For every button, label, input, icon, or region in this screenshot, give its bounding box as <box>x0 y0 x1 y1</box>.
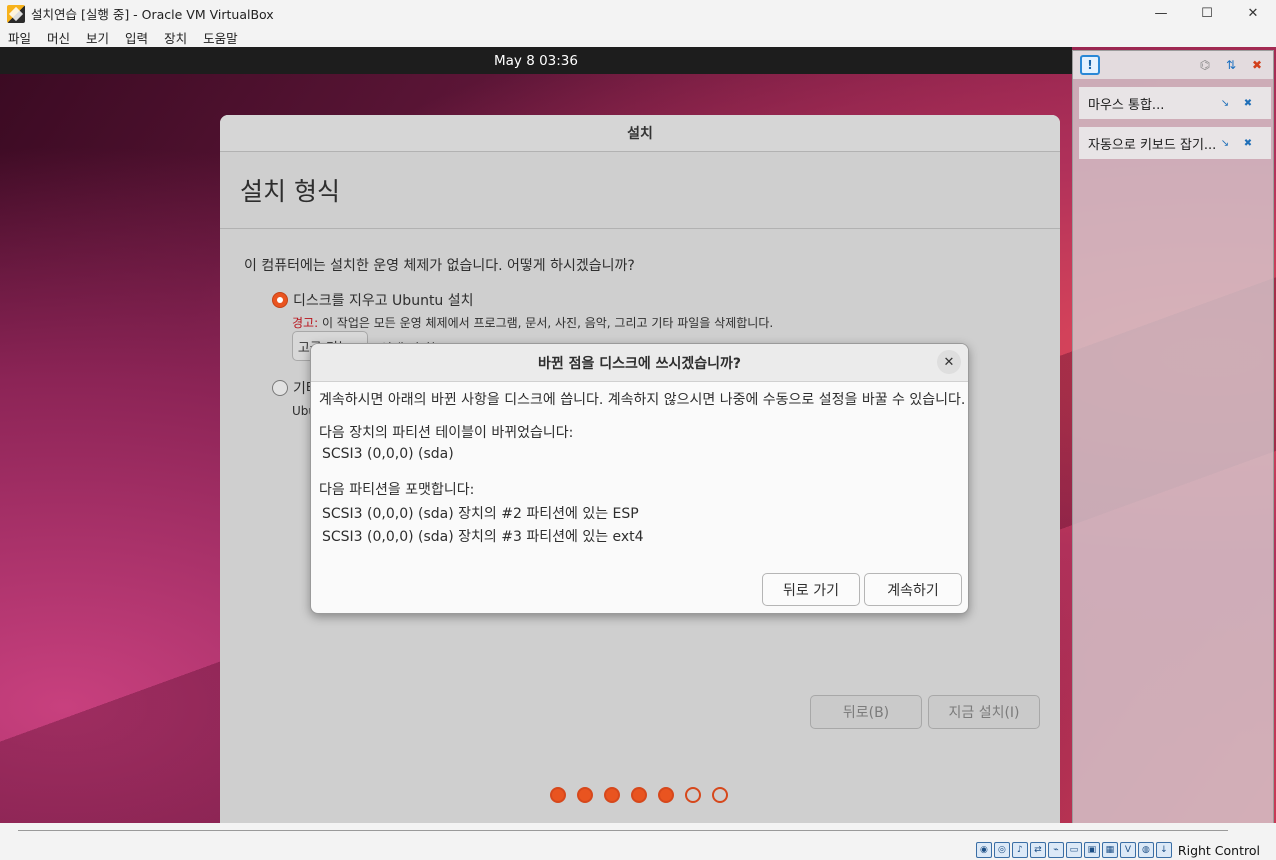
notification-icon[interactable]: ! <box>1080 55 1100 75</box>
dialog-back-button[interactable]: 뒤로 가기 <box>762 573 860 606</box>
recording-icon[interactable]: ▦ <box>1101 842 1118 858</box>
close-button[interactable]: ✕ <box>1230 0 1276 27</box>
notification-mouse-integration[interactable]: 마우스 통합... ↘ ✖ <box>1079 87 1271 119</box>
warning-text: 경고: 이 작업은 모든 운영 체제에서 프로그램, 문서, 사진, 음악, 그… <box>292 314 773 331</box>
keyboard-capture-icon[interactable]: ↓ <box>1155 842 1172 858</box>
installer-title: 설치 <box>627 126 653 142</box>
window-titlebar: 설치연습 [실행 중] - Oracle VM VirtualBox — ☐ ✕ <box>0 0 1276 27</box>
window-title: 설치연습 [실행 중] - Oracle VM VirtualBox <box>31 7 274 22</box>
progress-dots <box>550 787 739 803</box>
format-item: SCSI3 (0,0,0) (sda) 장치의 #3 파티션에 있는 ext4 <box>322 529 644 545</box>
dialog-header: 바뀐 점을 디스크에 쓰시겠습니까? ✕ <box>311 344 968 382</box>
menu-machine[interactable]: 머신 <box>47 28 70 47</box>
guest-clock[interactable]: May 8 03:36 <box>494 53 578 69</box>
page-title: 설치 형식 <box>240 177 340 206</box>
menu-help[interactable]: 도움말 <box>203 28 238 47</box>
guest-topbar: May 8 03:36 <box>0 47 1072 74</box>
progress-dot <box>631 787 647 803</box>
notification-header: ! ⌬ ⇅ ✖ <box>1073 51 1273 79</box>
maximize-button[interactable]: ☐ <box>1184 0 1230 27</box>
dialog-body: 계속하시면 아래의 바뀐 사항을 디스크에 씁니다. 계속하지 않으시면 나중에… <box>319 390 965 548</box>
hard-disk-icon[interactable]: ◉ <box>975 842 992 858</box>
optical-drive-icon[interactable]: ◎ <box>993 842 1010 858</box>
audio-icon[interactable]: ♪ <box>1011 842 1028 858</box>
clear-all-icon[interactable]: ✖ <box>1249 57 1265 73</box>
installer-header: 설치 <box>220 115 1060 152</box>
help-icon[interactable]: ↘ <box>1219 137 1231 149</box>
sort-icon[interactable]: ⇅ <box>1223 57 1239 73</box>
installer-section-header: 설치 형식 <box>220 152 1060 229</box>
progress-dot <box>604 787 620 803</box>
progress-dot <box>712 787 728 803</box>
notification-label: 마우스 통합... <box>1088 97 1165 113</box>
menu-view[interactable]: 보기 <box>86 28 109 47</box>
radio-selected-icon[interactable] <box>272 292 288 308</box>
dialog-title: 바뀐 점을 디스크에 쓰시겠습니까? <box>537 355 742 372</box>
network-icon[interactable]: ⌬ <box>1197 57 1213 73</box>
write-changes-dialog: 바뀐 점을 디스크에 쓰시겠습니까? ✕ 계속하시면 아래의 바뀐 사항을 디스… <box>310 343 969 614</box>
format-item: SCSI3 (0,0,0) (sda) 장치의 #2 파티션에 있는 ESP <box>322 506 639 522</box>
statusbar: ◉ ◎ ♪ ⇄ ⌁ ▭ ▣ ▦ V ◍ ↓ Right Control <box>0 823 1276 860</box>
option-erase-disk[interactable]: 디스크를 지우고 Ubuntu 설치 <box>272 290 474 310</box>
mouse-integration-icon[interactable]: ◍ <box>1137 842 1154 858</box>
format-label: 다음 파티션을 포맷합니다: <box>319 482 475 498</box>
menu-file[interactable]: 파일 <box>8 28 31 47</box>
display-icon[interactable]: ▣ <box>1083 842 1100 858</box>
shared-folder-icon[interactable]: ▭ <box>1065 842 1082 858</box>
minimize-button[interactable]: — <box>1138 0 1184 27</box>
vm-display[interactable]: May 8 03:36 설치 설치 형식 이 컴퓨터에는 설치한 운영 체제가 … <box>0 47 1276 823</box>
dialog-intro: 계속하시면 아래의 바뀐 사항을 디스크에 씁니다. 계속하지 않으시면 나중에… <box>319 392 966 408</box>
install-question: 이 컴퓨터에는 설치한 운영 체제가 없습니다. 어떻게 하시겠습니까? <box>244 258 635 274</box>
progress-dot <box>658 787 674 803</box>
window-controls: — ☐ ✕ <box>1138 0 1276 27</box>
install-now-button[interactable]: 지금 설치(I) <box>928 695 1040 729</box>
option-erase-label: 디스크를 지우고 Ubuntu 설치 <box>293 293 474 309</box>
menu-input[interactable]: 입력 <box>125 28 148 47</box>
progress-dot <box>550 787 566 803</box>
partition-table-label: 다음 장치의 파티션 테이블이 바뀌었습니다: <box>319 425 574 441</box>
dialog-close-button[interactable]: ✕ <box>937 350 961 374</box>
warning-label: 경고: <box>292 316 319 330</box>
warning-body: 이 작업은 모든 운영 체제에서 프로그램, 문서, 사진, 음악, 그리고 기… <box>318 316 774 330</box>
menubar: 파일 머신 보기 입력 장치 도움말 <box>0 27 1276 47</box>
help-icon[interactable]: ↘ <box>1219 97 1231 109</box>
progress-dot <box>685 787 701 803</box>
host-key-label: Right Control <box>1177 842 1260 858</box>
dialog-continue-button[interactable]: 계속하기 <box>864 573 962 606</box>
notification-label: 자동으로 키보드 잡기... <box>1088 137 1217 153</box>
radio-unselected-icon[interactable] <box>272 380 288 396</box>
status-icons: ◉ ◎ ♪ ⇄ ⌁ ▭ ▣ ▦ V ◍ ↓ Right Control <box>975 842 1260 858</box>
statusbar-divider <box>18 830 1228 831</box>
menu-devices[interactable]: 장치 <box>164 28 187 47</box>
notification-center: ! ⌬ ⇅ ✖ 마우스 통합... ↘ ✖ 자동으로 키보드 잡기... ↘ ✖ <box>1072 50 1274 823</box>
progress-dot <box>577 787 593 803</box>
network-adapter-icon[interactable]: ⇄ <box>1029 842 1046 858</box>
dismiss-icon[interactable]: ✖ <box>1242 97 1254 109</box>
notification-keyboard-capture[interactable]: 자동으로 키보드 잡기... ↘ ✖ <box>1079 127 1271 159</box>
dismiss-icon[interactable]: ✖ <box>1242 137 1254 149</box>
usb-icon[interactable]: ⌁ <box>1047 842 1064 858</box>
virtualbox-logo-icon <box>7 4 25 23</box>
cpu-icon[interactable]: V <box>1119 842 1136 858</box>
installer-back-button[interactable]: 뒤로(B) <box>810 695 922 729</box>
partition-table-device: SCSI3 (0,0,0) (sda) <box>322 446 454 462</box>
